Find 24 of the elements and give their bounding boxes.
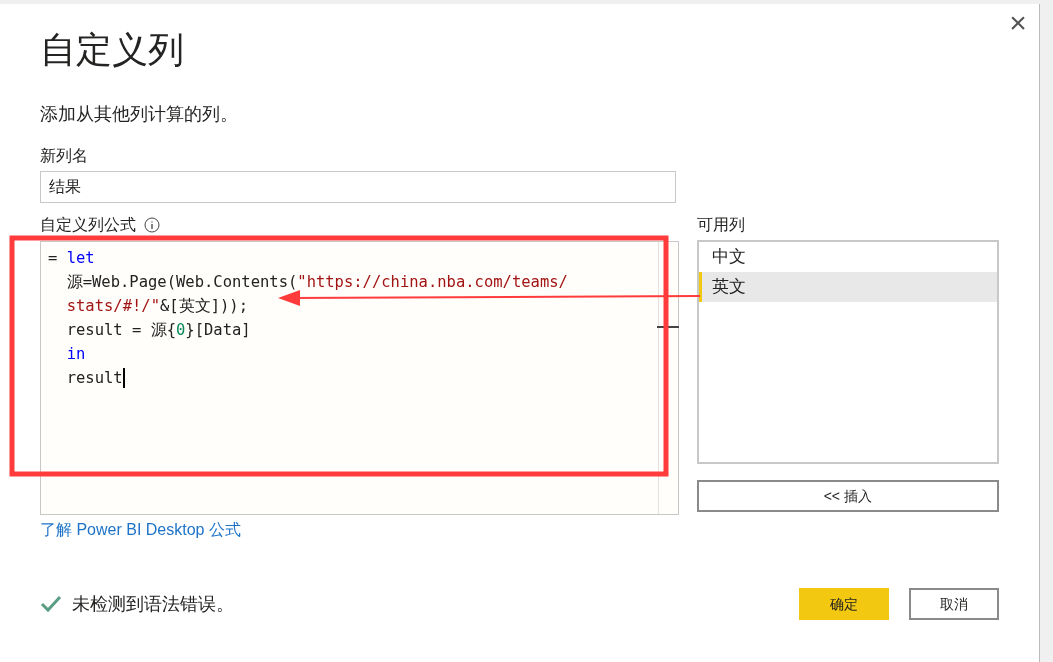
code-line: result [65, 367, 125, 390]
cancel-button[interactable]: 取消 [909, 588, 999, 620]
ok-button[interactable]: 确定 [799, 588, 889, 620]
code-line: 源=Web.Page(Web.Contents("https://china.nba.com/teams/ [65, 272, 568, 293]
columns-label: 可用列 [696, 215, 745, 235]
field-label: 新列名 [40, 146, 88, 166]
code-line: in [65, 344, 86, 365]
code-line: stats/#!/"&[英文])); [65, 296, 248, 317]
insert-button[interactable]: << 插入 [696, 480, 999, 512]
code-line: = let [48, 248, 95, 269]
text-cursor [122, 368, 125, 388]
learn-link[interactable]: 了解 Power BI Desktop 公式 [40, 519, 241, 541]
dialog-subtitle: 添加从其他列计算的列。 [40, 103, 238, 126]
scroll-marker [656, 326, 679, 328]
column-name-field[interactable]: 结果 [40, 171, 676, 203]
info-icon[interactable] [144, 217, 160, 233]
formula-label: 自定义列公式 [40, 215, 136, 235]
formula-editor[interactable]: = let 源=Web.Page(Web.Contents("https://china.nba.com/teams/ stats/#!/"&[英文])); result = 源{0}[Data] in result [40, 241, 679, 515]
code-line: result = 源{0}[Data] [65, 320, 251, 341]
column-item[interactable]: 中文 [698, 242, 997, 272]
close-button[interactable]: × [1005, 8, 1031, 38]
dialog-title: 自定义列 [40, 28, 184, 72]
column-item[interactable]: 英文 [698, 272, 997, 302]
status-message: 未检测到语法错误。 [72, 592, 234, 616]
